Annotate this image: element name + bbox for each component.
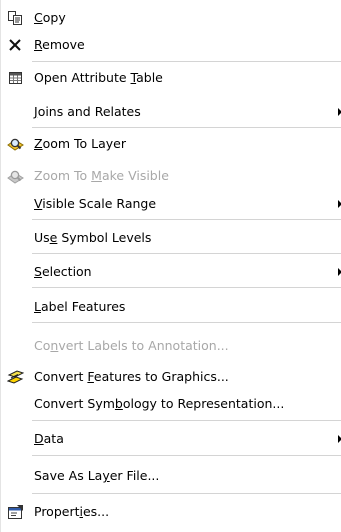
properties-icon (8, 505, 23, 519)
menu-item-open-attribute-table[interactable]: Open Attribute Table (1, 67, 341, 89)
menu-item-zoom-to-layer[interactable]: Zoom To Layer (1, 133, 341, 155)
copy-icon (8, 11, 22, 25)
menu-separator (32, 127, 341, 128)
menu-item-properties[interactable]: Properties... (1, 501, 341, 523)
menu-separator (32, 322, 341, 323)
menu-item-label: Label Features (34, 299, 126, 314)
menu-item-label: Convert Features to Graphics... (34, 369, 229, 384)
menu-item-selection[interactable]: Selection (1, 261, 341, 283)
menu-item-convert-features-to-graphics[interactable]: Convert Features to Graphics... (1, 366, 341, 388)
menu-item-label: Save As Layer File... (34, 468, 160, 483)
menu-item-save-as-layer-file[interactable]: Save As Layer File... (1, 465, 341, 487)
remove-x-icon (9, 39, 21, 51)
menu-separator (32, 287, 341, 288)
menu-item-label: Visible Scale Range (34, 196, 157, 211)
zoom-to-make-visible-icon (7, 170, 24, 184)
menu-item-label: Copy (34, 10, 66, 25)
menu-item-label: Properties... (34, 504, 110, 519)
convert-features-icon (7, 370, 24, 384)
menu-separator (32, 219, 341, 220)
table-icon (9, 72, 22, 84)
menu-item-label: Data (34, 431, 64, 446)
menu-item-label: Selection (34, 264, 92, 279)
menu-item-copy[interactable]: Copy (1, 7, 341, 29)
menu-item-label: Use Symbol Levels (34, 230, 152, 245)
menu-item-label: Convert Labels to Annotation... (34, 338, 229, 353)
menu-item-label-features[interactable]: Label Features (1, 296, 341, 318)
menu-item-label: Zoom To Layer (34, 136, 127, 151)
menu-item-convert-labels-to-annotation: Convert Labels to Annotation... (1, 335, 341, 357)
menu-item-remove[interactable]: Remove (1, 34, 341, 56)
menu-separator (32, 253, 341, 254)
menu-item-label: Joins and Relates (34, 104, 141, 119)
menu-separator (32, 61, 341, 62)
menu-separator (32, 455, 341, 456)
menu-separator (32, 493, 341, 494)
menu-item-use-symbol-levels[interactable]: Use Symbol Levels (1, 227, 341, 249)
menu-item-label: Remove (34, 37, 85, 52)
menu-item-label: Convert Symbology to Representation... (34, 396, 285, 411)
menu-item-label: Open Attribute Table (34, 70, 163, 85)
menu-item-visible-scale-range[interactable]: Visible Scale Range (1, 193, 341, 215)
menu-item-label: Zoom To Make Visible (34, 168, 169, 183)
menu-separator (32, 420, 341, 421)
menu-item-convert-symbology-to-representation[interactable]: Convert Symbology to Representation... (1, 393, 341, 415)
zoom-to-layer-icon (7, 138, 24, 151)
menu-item-zoom-to-make-visible: Zoom To Make Visible (1, 165, 341, 187)
menu-item-data[interactable]: Data (1, 428, 341, 450)
layer-context-menu: Copy Remove Open Attribute Table Joins a… (0, 0, 341, 532)
menu-item-joins-and-relates[interactable]: Joins and Relates (1, 101, 341, 123)
